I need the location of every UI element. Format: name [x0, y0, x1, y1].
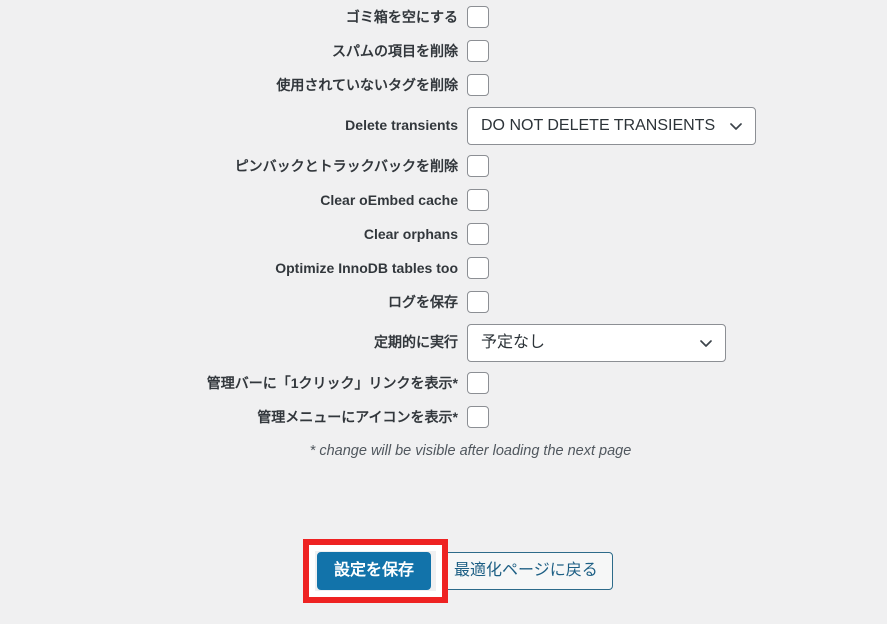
setting-control — [467, 372, 489, 394]
optimization-settings-form: ゴミ箱を空にする スパムの項目を削除 使用されていないタグを削除 Delete … — [0, 0, 887, 459]
setting-control — [467, 155, 489, 177]
setting-control — [467, 74, 489, 96]
setting-label: ピンバックとトラックバックを削除 — [234, 157, 458, 174]
setting-control — [467, 6, 489, 28]
setting-row-delete-transients: Delete transients DO NOT DELETE TRANSIEN… — [0, 102, 887, 149]
checkbox-delete-spam[interactable] — [467, 40, 489, 62]
setting-control: DO NOT DELETE TRANSIENTS — [467, 106, 757, 145]
form-actions: 設定を保存 最適化ページに戻る — [317, 552, 613, 590]
select-value: 予定なし — [481, 333, 546, 351]
setting-label: 使用されていないタグを削除 — [276, 76, 458, 93]
setting-control — [467, 291, 489, 313]
checkbox-show-oneclick-link[interactable] — [467, 372, 489, 394]
setting-label: Clear oEmbed cache — [320, 191, 458, 208]
select-delete-transients[interactable]: DO NOT DELETE TRANSIENTS — [467, 106, 757, 145]
back-to-optimization-page-button[interactable]: 最適化ページに戻る — [439, 552, 613, 590]
setting-control — [467, 223, 489, 245]
setting-label: 管理バーに「1クリック」リンクを表示* — [206, 374, 458, 391]
setting-label: スパムの項目を削除 — [332, 42, 458, 59]
checkbox-show-admin-menu-icon[interactable] — [467, 406, 489, 428]
setting-row-show-admin-menu-icon: 管理メニューにアイコンを表示* — [0, 400, 887, 434]
setting-label: ログを保存 — [388, 293, 458, 310]
setting-label: Delete transients — [345, 117, 458, 134]
checkbox-empty-trash[interactable] — [467, 6, 489, 28]
setting-label: Optimize InnoDB tables too — [275, 259, 458, 276]
setting-row-optimize-innodb: Optimize InnoDB tables too — [0, 251, 887, 285]
save-settings-button[interactable]: 設定を保存 — [317, 552, 432, 590]
setting-row-schedule: 定期的に実行 予定なし — [0, 319, 887, 366]
setting-row-empty-trash: ゴミ箱を空にする — [0, 0, 887, 34]
setting-row-delete-spam: スパムの項目を削除 — [0, 34, 887, 68]
checkbox-delete-unused-tags[interactable] — [467, 74, 489, 96]
setting-row-save-log: ログを保存 — [0, 285, 887, 319]
setting-row-clear-oembed-cache: Clear oEmbed cache — [0, 183, 887, 217]
chevron-down-icon — [699, 336, 713, 350]
checkbox-optimize-innodb[interactable] — [467, 257, 489, 279]
select-value: DO NOT DELETE TRANSIENTS — [481, 116, 716, 134]
checkbox-save-log[interactable] — [467, 291, 489, 313]
setting-row-delete-pingbacks-trackbacks: ピンバックとトラックバックを削除 — [0, 149, 887, 183]
chevron-down-icon — [729, 119, 743, 133]
setting-control — [467, 257, 489, 279]
setting-row-delete-unused-tags: 使用されていないタグを削除 — [0, 68, 887, 102]
setting-label: 定期的に実行 — [374, 334, 458, 351]
checkbox-clear-orphans[interactable] — [467, 223, 489, 245]
checkbox-clear-oembed-cache[interactable] — [467, 189, 489, 211]
setting-control: 予定なし — [467, 323, 726, 362]
setting-label: 管理メニューにアイコンを表示* — [257, 408, 458, 425]
setting-row-show-oneclick-link: 管理バーに「1クリック」リンクを表示* — [0, 366, 887, 400]
footnote-text: * change will be visible after loading t… — [309, 443, 632, 459]
select-schedule[interactable]: 予定なし — [467, 323, 726, 362]
setting-label: Clear orphans — [363, 225, 458, 242]
setting-row-clear-orphans: Clear orphans — [0, 217, 887, 251]
setting-control — [467, 40, 489, 62]
setting-control — [467, 406, 489, 428]
setting-label: ゴミ箱を空にする — [345, 8, 458, 25]
checkbox-delete-pingbacks-trackbacks[interactable] — [467, 155, 489, 177]
setting-control — [467, 189, 489, 211]
